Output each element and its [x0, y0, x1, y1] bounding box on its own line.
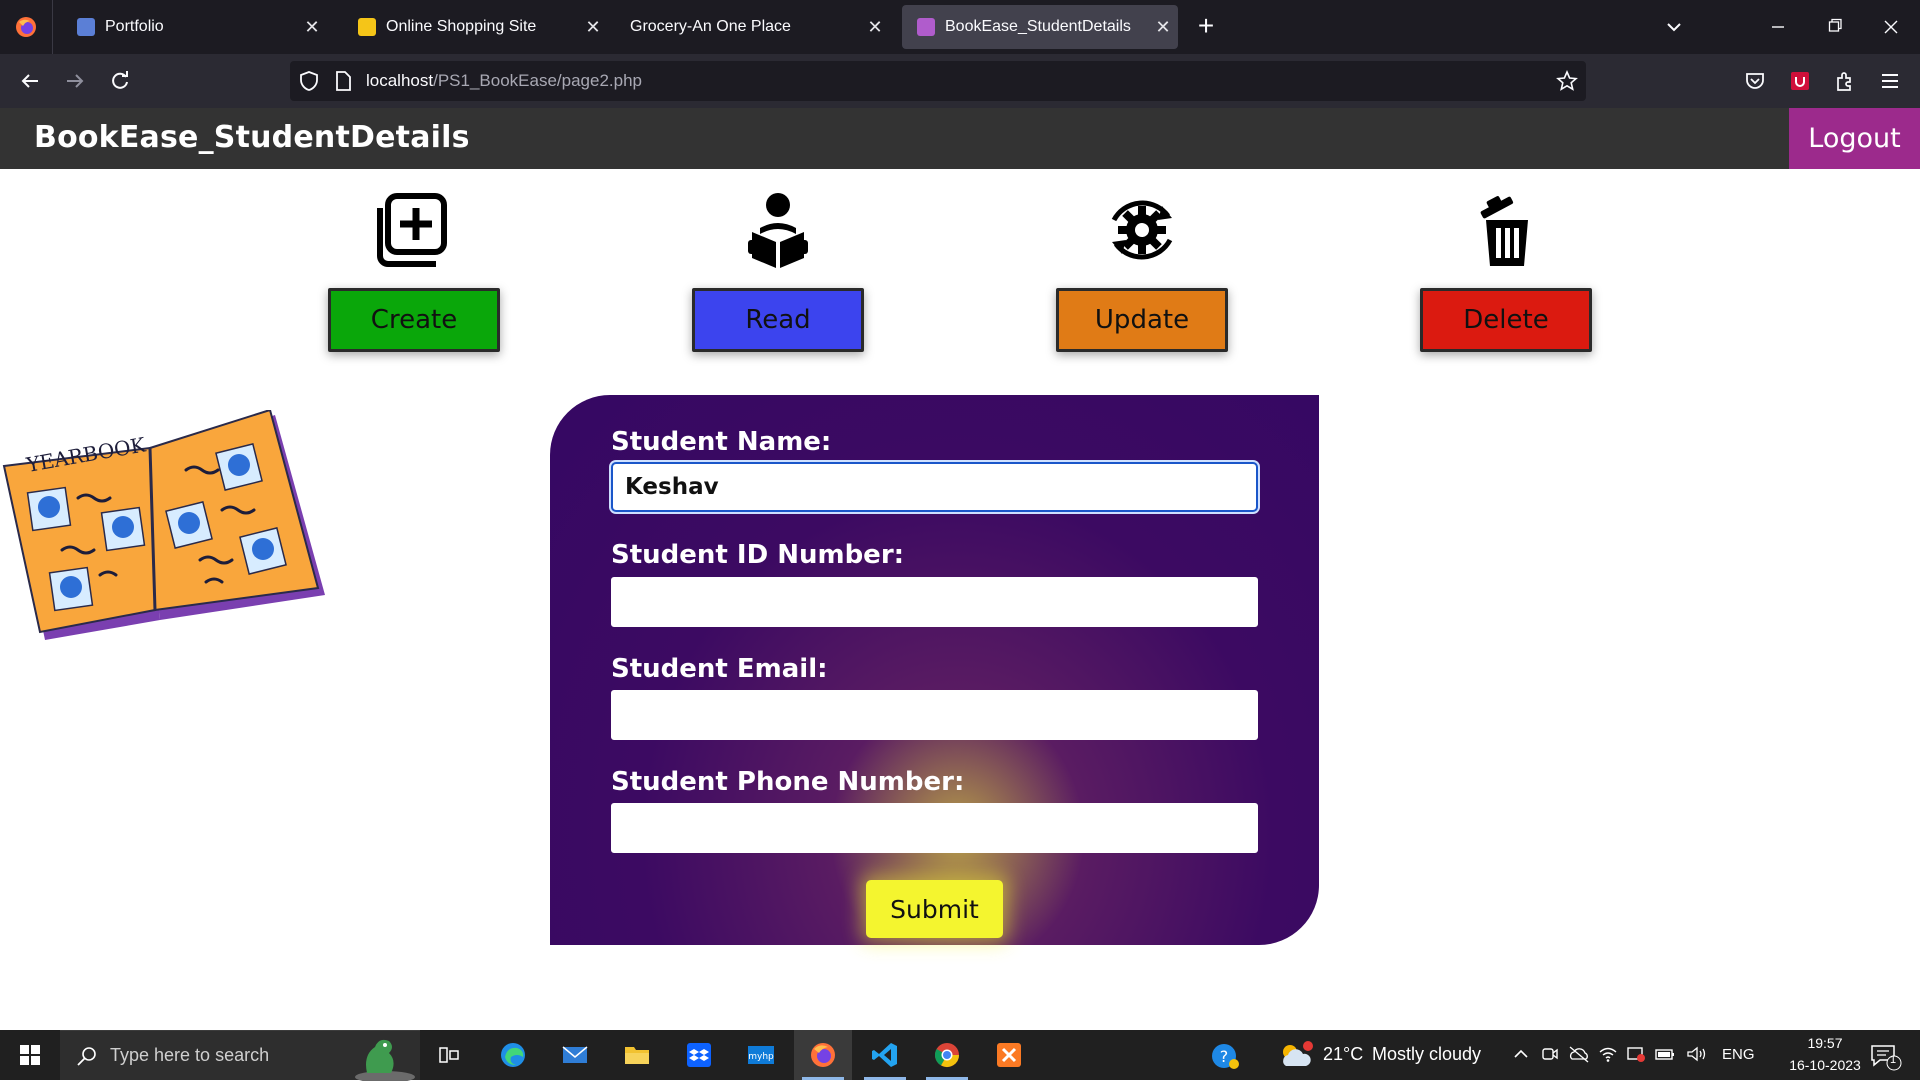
page-icon[interactable]	[332, 70, 354, 96]
tab-label: Grocery-An One Place	[630, 18, 791, 35]
security-alert-icon[interactable]	[1626, 1045, 1646, 1067]
close-tab-icon[interactable]: ✕	[860, 17, 890, 38]
search-icon	[76, 1045, 98, 1071]
tab-label: Portfolio	[105, 18, 164, 35]
create-action: Create	[328, 190, 500, 355]
weather-text[interactable]: Mostly cloudy	[1372, 1044, 1481, 1065]
close-window-icon[interactable]	[1876, 12, 1906, 42]
clock-date[interactable]: 16-10-2023	[1771, 1057, 1879, 1073]
edge-icon[interactable]	[484, 1030, 542, 1080]
add-square-icon	[374, 190, 454, 270]
bookmark-star-icon[interactable]	[1556, 69, 1578, 96]
search-placeholder: Type here to search	[110, 1045, 270, 1065]
delete-button[interactable]: Delete	[1420, 288, 1592, 352]
minimize-icon[interactable]	[1763, 12, 1793, 42]
firefox-taskbar-icon[interactable]	[794, 1030, 852, 1080]
update-button[interactable]: Update	[1056, 288, 1228, 352]
tab-label: BookEase_StudentDetails	[945, 18, 1131, 35]
tab-portfolio[interactable]: Portfolio ✕	[62, 5, 327, 49]
reader-icon	[738, 190, 818, 270]
clock-time[interactable]: 19:57	[1790, 1035, 1860, 1051]
xampp-icon[interactable]	[980, 1030, 1038, 1080]
create-button[interactable]: Create	[328, 288, 500, 352]
app-header: BookEase_StudentDetails Logout	[0, 108, 1920, 169]
extension-badge-icon[interactable]	[1785, 66, 1815, 96]
camera-icon[interactable]	[1540, 1045, 1560, 1067]
weather-temp[interactable]: 21°C	[1323, 1044, 1363, 1065]
page-title: BookEase_StudentDetails	[34, 120, 470, 155]
chrome-icon[interactable]	[918, 1030, 976, 1080]
notification-count: 1	[1890, 1054, 1897, 1066]
address-bar[interactable]: localhost/PS1_BookEase/page2.php	[290, 61, 1586, 101]
weather-cloudy-icon[interactable]	[1278, 1040, 1314, 1074]
delete-action: Delete	[1420, 190, 1592, 355]
yearbook-illustration: YEARBOOK	[0, 408, 330, 650]
url-text: localhost/PS1_BookEase/page2.php	[366, 71, 642, 91]
student-id-input[interactable]	[611, 577, 1258, 627]
shield-icon[interactable]	[298, 70, 320, 96]
myhp-icon[interactable]: myhp	[732, 1030, 790, 1080]
read-action: Read	[692, 190, 864, 355]
student-id-label: Student ID Number:	[611, 540, 905, 570]
back-icon[interactable]	[15, 66, 45, 96]
volume-icon[interactable]	[1686, 1045, 1708, 1067]
help-icon[interactable]: ?	[1210, 1042, 1240, 1074]
file-explorer-icon[interactable]	[608, 1030, 666, 1080]
student-name-label: Student Name:	[611, 427, 832, 457]
restore-icon[interactable]	[1820, 12, 1850, 42]
battery-icon[interactable]	[1654, 1045, 1676, 1067]
tab-label: Online Shopping Site	[386, 18, 537, 35]
update-action: Update	[1056, 190, 1228, 355]
tab-grocery[interactable]: Grocery-An One Place ✕	[615, 5, 890, 49]
taskbar-search-box[interactable]: Type here to search	[60, 1030, 420, 1083]
student-name-input[interactable]	[611, 462, 1258, 512]
tab-online-shopping[interactable]: Online Shopping Site ✕	[343, 5, 608, 49]
shopping-favicon-icon	[358, 18, 376, 36]
pocket-icon[interactable]	[1740, 66, 1770, 96]
onedrive-icon[interactable]	[1568, 1045, 1590, 1067]
firefox-menu-icon[interactable]	[0, 0, 53, 54]
student-details-form: Student Name: Student ID Number: Student…	[550, 395, 1319, 945]
svg-text:myhp: myhp	[748, 1052, 774, 1062]
svg-text:?: ?	[1220, 1047, 1229, 1066]
hamburger-menu-icon[interactable]	[1875, 66, 1905, 96]
task-view-icon[interactable]	[420, 1030, 478, 1080]
student-email-label: Student Email:	[611, 654, 828, 684]
windows-taskbar: Type here to search myhp ? 21°C Mostly c…	[0, 1030, 1920, 1083]
read-button[interactable]: Read	[692, 288, 864, 352]
reload-icon[interactable]	[105, 66, 135, 96]
vscode-icon[interactable]	[856, 1030, 914, 1080]
bookease-favicon-icon	[917, 18, 935, 36]
portfolio-favicon-icon	[77, 18, 95, 36]
gear-sync-icon	[1102, 190, 1182, 270]
browser-tab-bar: Portfolio ✕ Online Shopping Site ✕ Groce…	[0, 0, 1920, 54]
trash-icon	[1466, 190, 1546, 270]
student-email-input[interactable]	[611, 690, 1258, 740]
list-all-tabs-icon[interactable]	[1660, 13, 1688, 41]
extensions-icon[interactable]	[1830, 66, 1860, 96]
dragon-search-highlight-icon	[345, 1033, 415, 1085]
forward-icon[interactable]	[60, 66, 90, 96]
url-path: /PS1_BookEase/page2.php	[433, 71, 642, 90]
windows-start-icon[interactable]	[0, 1030, 60, 1080]
wifi-icon[interactable]	[1598, 1045, 1618, 1067]
tab-bookease[interactable]: BookEase_StudentDetails ✕	[902, 5, 1178, 49]
submit-button[interactable]: Submit	[866, 880, 1003, 938]
student-phone-label: Student Phone Number:	[611, 767, 965, 797]
new-tab-button[interactable]: +	[1190, 10, 1222, 44]
close-tab-icon[interactable]: ✕	[578, 17, 608, 38]
student-phone-input[interactable]	[611, 803, 1258, 853]
show-hidden-icons-chevron-up-icon[interactable]	[1512, 1045, 1530, 1067]
url-host: localhost	[366, 71, 434, 90]
logout-button[interactable]: Logout	[1789, 108, 1920, 169]
notification-center-icon[interactable]: 1	[1868, 1040, 1904, 1076]
dropbox-icon[interactable]	[670, 1030, 728, 1080]
language-indicator[interactable]: ENG	[1722, 1046, 1755, 1063]
mail-icon[interactable]	[546, 1030, 604, 1080]
close-tab-icon[interactable]: ✕	[1148, 17, 1178, 38]
close-tab-icon[interactable]: ✕	[297, 17, 327, 38]
